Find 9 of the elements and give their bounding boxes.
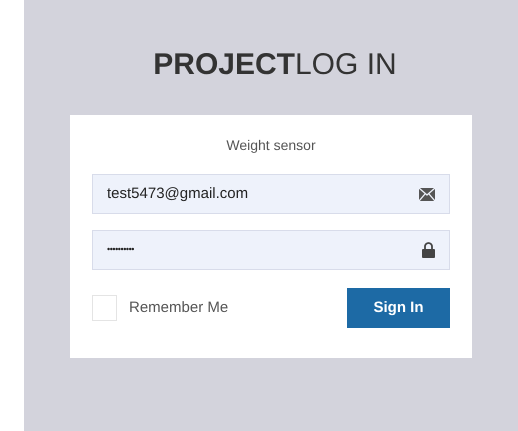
remember-label: Remember Me	[129, 298, 228, 318]
envelope-icon	[419, 188, 435, 200]
lock-icon	[422, 242, 435, 258]
sign-in-button[interactable]: Sign In	[347, 288, 450, 328]
password-field[interactable]: ••••••••••	[92, 230, 450, 270]
card-subtitle: Weight sensor	[225, 136, 317, 155]
remember-checkbox[interactable]	[92, 295, 117, 321]
page-title: PROJECTLOG IN	[153, 47, 397, 83]
email-field[interactable]: test5473@gmail.com	[92, 174, 450, 214]
